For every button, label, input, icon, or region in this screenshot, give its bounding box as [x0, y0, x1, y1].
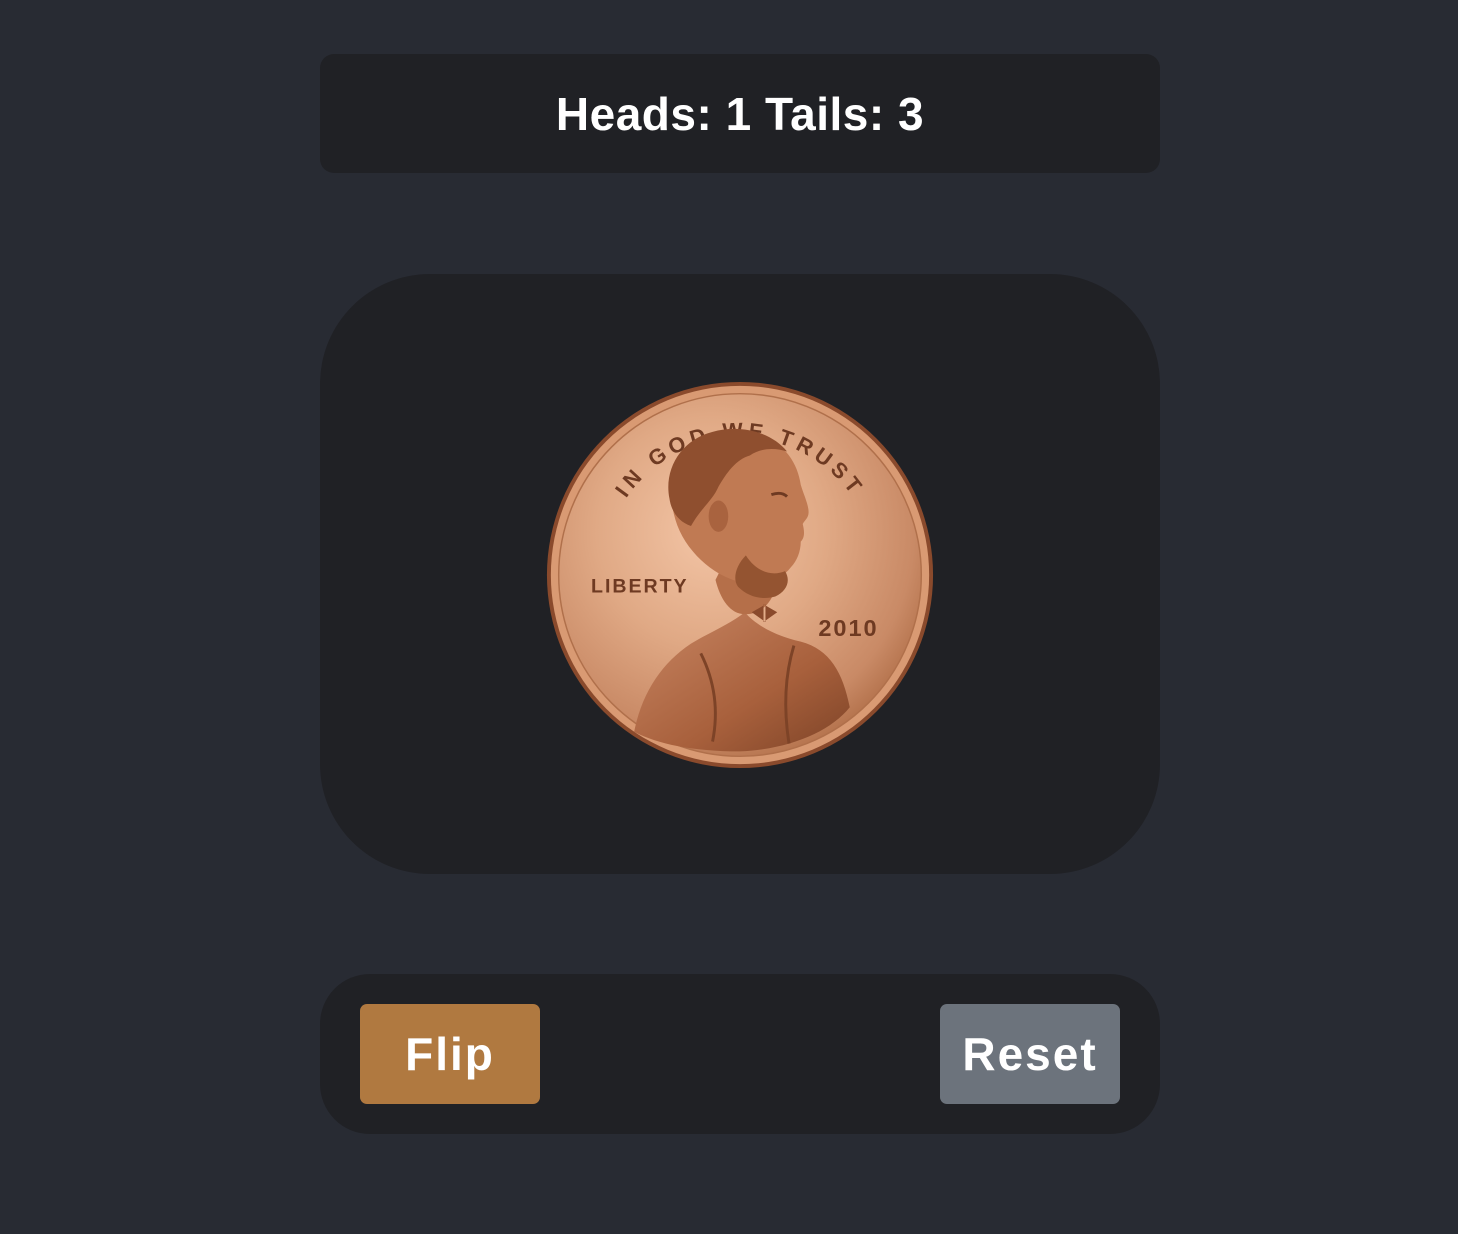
flip-button[interactable]: Flip — [360, 1004, 540, 1104]
coin-year: 2010 — [818, 615, 878, 641]
penny-heads-icon: IN GOD WE TRUST LIBERTY 2010 — [546, 381, 934, 769]
reset-button[interactable]: Reset — [940, 1004, 1120, 1104]
coin-panel: IN GOD WE TRUST LIBERTY 2010 — [320, 274, 1160, 874]
coin-liberty: LIBERTY — [591, 576, 689, 598]
scoreboard: Heads: 1 Tails: 3 — [320, 54, 1160, 173]
tails-label: Tails: — [764, 87, 885, 140]
heads-count: 1 — [725, 87, 752, 140]
tails-count: 3 — [897, 87, 925, 140]
controls-bar: Flip Reset — [320, 974, 1160, 1134]
heads-label: Heads: — [555, 87, 713, 140]
